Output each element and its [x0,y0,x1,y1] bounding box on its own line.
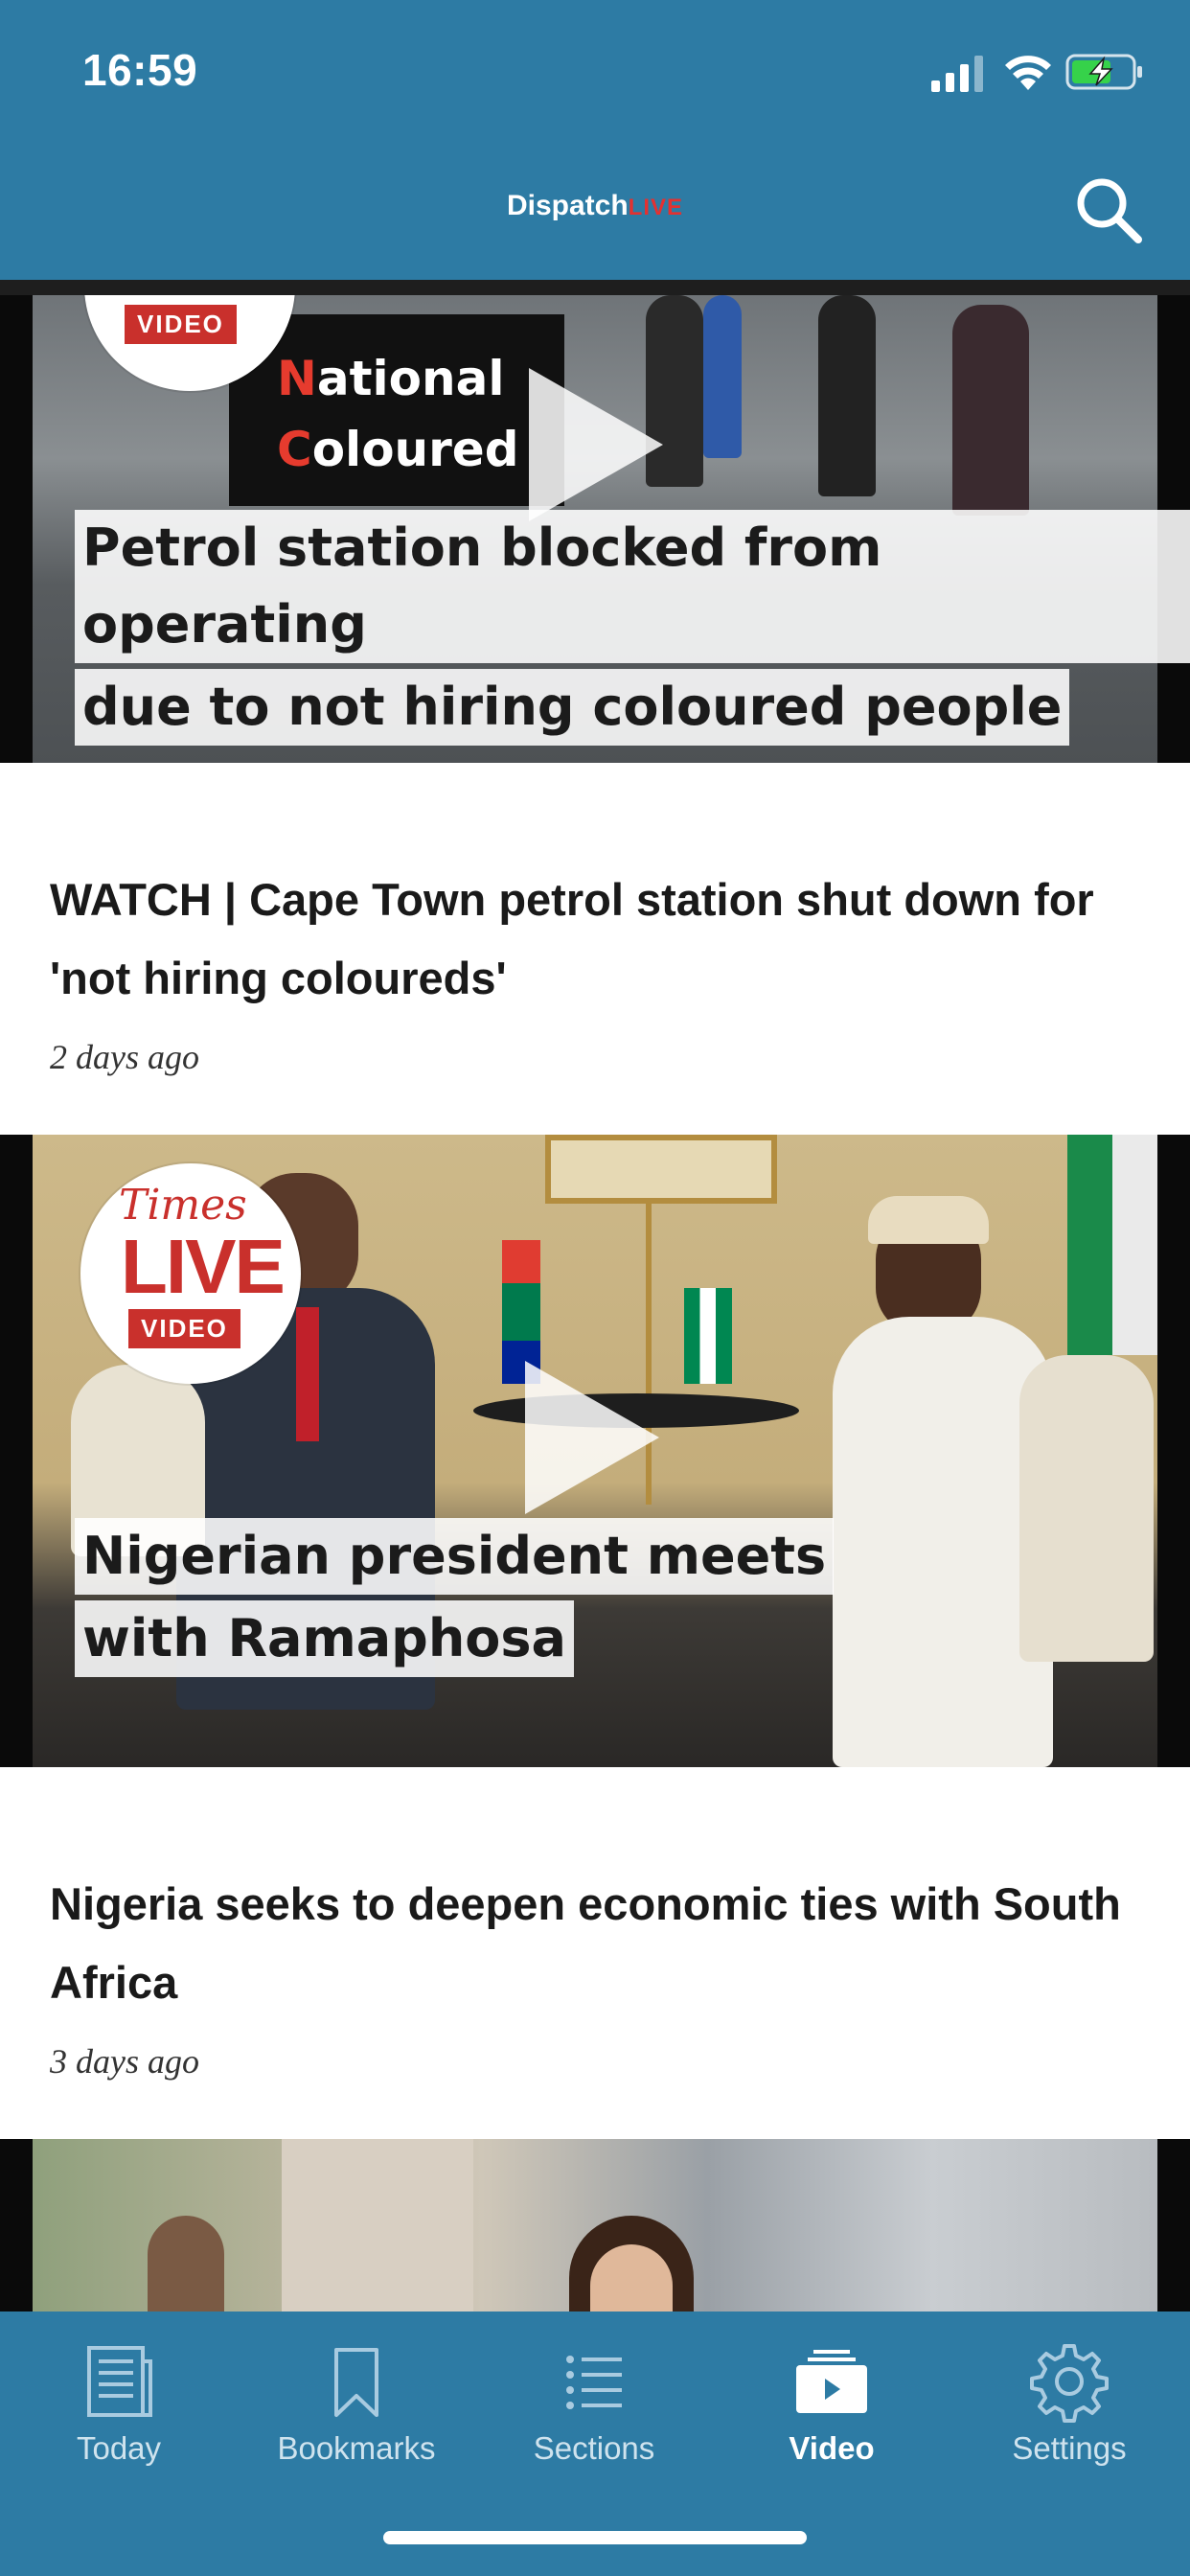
tab-label: Video [789,2430,875,2466]
article-timestamp: 2 days ago [50,1038,199,1076]
app-header: 16:59 DispatchLIVE [0,0,1190,280]
banner-initial: C [277,422,312,477]
tab-label: Sections [533,2430,655,2466]
list-icon [566,2356,622,2409]
person-right-hat [868,1196,989,1244]
status-bar: 16:59 [0,0,1190,144]
article-headline[interactable]: Nigeria seeks to deepen economic ties wi… [50,1865,1140,2022]
article-headline[interactable]: WATCH | Cape Town petrol station shut do… [50,861,1140,1018]
signal-icon [931,56,983,92]
bookmark-icon [334,2348,378,2417]
caption-line: Petrol station blocked from operating [75,510,1190,663]
play-icon[interactable] [529,368,663,521]
banner-line-2: oloured [311,422,519,477]
tab-label: Today [76,2430,162,2466]
video-caption: Nigerian president meets with Ramaphosa [75,1518,835,1683]
play-icon[interactable] [525,1361,659,1514]
banner-text: National Coloured [277,343,519,485]
tab-label: Settings [1012,2430,1127,2466]
video-tag: VIDEO [128,1309,240,1348]
caption-line: due to not hiring coloured people [75,669,1070,746]
article-timestamp: 3 days ago [50,2042,199,2081]
crowd-figure [703,295,742,458]
banner-initial: N [277,351,317,406]
tab-bookmarks[interactable]: Bookmarks [238,2312,475,2484]
newspaper-icon [87,2346,152,2417]
chair-right [1019,1355,1154,1662]
search-icon[interactable] [1071,172,1146,247]
brand-live: LIVE [628,195,684,220]
storefront [282,2139,473,2312]
home-indicator[interactable] [383,2531,807,2544]
caption-line: Nigerian president meets [75,1518,835,1595]
tab-video[interactable]: Video [713,2312,950,2484]
tab-label: Bookmarks [277,2430,436,2466]
video-caption: Petrol station blocked from operating du… [75,510,1190,751]
thumbnail-image [33,2139,1157,2312]
tie [296,1307,319,1441]
banner-line-1: ational [316,351,505,406]
video-icon [796,2350,867,2413]
battery-charging-icon [1065,54,1142,90]
crowd-figure [818,295,876,496]
caption-line: with Ramaphosa [75,1600,574,1677]
video-thumbnail[interactable]: Times LIVE VIDEO Nigerian president meet… [0,1135,1190,1767]
app-logo: DispatchLIVE [0,190,1190,222]
wifi-icon [1005,56,1051,90]
video-tag: VIDEO [125,305,237,344]
nigeria-flag [684,1288,732,1384]
gear-icon [1030,2344,1109,2423]
video-thumbnail[interactable] [0,2139,1190,2312]
large-flag [1067,1135,1157,1355]
video-feed[interactable]: National Coloured VIDEO Petrol station b… [0,295,1190,2312]
brand-main: Dispatch [506,190,629,221]
status-time: 16:59 [82,45,198,95]
easel-frame [545,1135,777,1204]
tab-today[interactable]: Today [0,2312,238,2484]
person-head [148,2216,224,2312]
video-thumbnail[interactable]: National Coloured VIDEO Petrol station b… [0,295,1190,763]
badge-live-text: LIVE [121,1224,286,1309]
crowd-figure [952,305,1029,516]
tab-settings[interactable]: Settings [950,2312,1188,2484]
tab-sections[interactable]: Sections [475,2312,713,2484]
header-divider [0,280,1190,295]
